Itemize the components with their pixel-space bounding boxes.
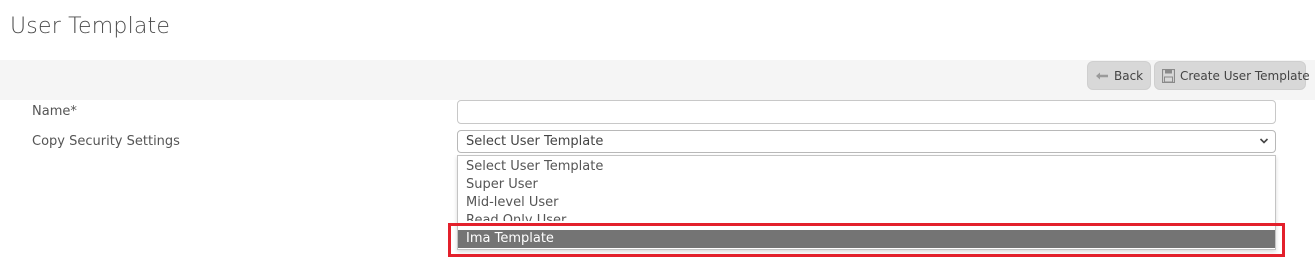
select-current-value: Select User Template [466, 134, 604, 149]
name-input[interactable] [457, 100, 1276, 124]
option-mid-level-user[interactable]: Mid-level User [458, 194, 1275, 212]
copy-security-settings-label: Copy Security Settings [32, 134, 180, 149]
page-title: User Template [10, 14, 171, 39]
template-dropdown-list: Select User Template Super User Mid-leve… [457, 155, 1276, 250]
back-button[interactable]: Back [1087, 61, 1151, 90]
option-ima-template[interactable]: Ima Template [458, 230, 1275, 248]
create-user-template-button[interactable]: Create User Template [1154, 61, 1310, 90]
chevron-down-icon [1259, 134, 1269, 152]
create-user-template-label: Create User Template [1180, 68, 1310, 83]
copy-security-settings-select[interactable]: Select User Template [457, 130, 1276, 153]
option-super-user[interactable]: Super User [458, 176, 1275, 194]
arrow-left-icon [1095, 71, 1109, 81]
back-button-label: Back [1114, 68, 1144, 83]
save-icon [1162, 68, 1175, 83]
user-template-page: User Template Back Create User Template … [0, 0, 1315, 275]
toolbar: Back Create User Template [0, 60, 1315, 100]
option-select-user-template[interactable]: Select User Template [458, 158, 1275, 176]
name-label: Name* [32, 104, 77, 119]
option-read-only-user[interactable]: Read Only User [458, 212, 1275, 221]
